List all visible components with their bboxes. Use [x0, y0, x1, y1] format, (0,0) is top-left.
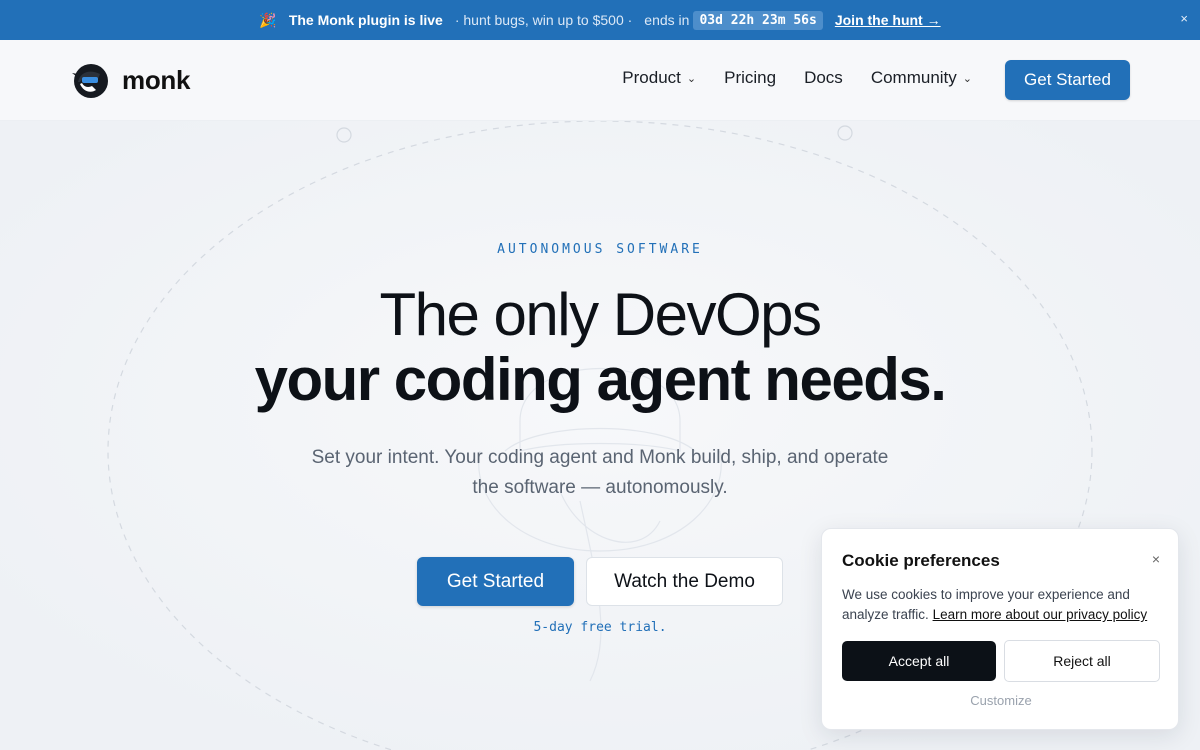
customize-link[interactable]: Customize	[822, 693, 1180, 708]
hero-subtitle: Set your intent. Your coding agent and M…	[311, 447, 889, 498]
announcement-detail: · hunt bugs, win up to $500 ·	[454, 12, 633, 28]
hero-eyebrow: AUTONOMOUS SOFTWARE	[497, 242, 703, 257]
header-get-started-button[interactable]: Get Started	[1005, 60, 1130, 100]
announcement-headline: The Monk plugin is live	[288, 12, 443, 28]
monk-logo-icon	[72, 64, 108, 98]
nav-pricing[interactable]: Pricing	[724, 68, 776, 88]
announcement-ends-label: ends in	[644, 12, 690, 28]
site-header: monk Product ⌄ Pricing Docs Community ⌄ …	[0, 40, 1200, 121]
cookie-preferences-dialog: Cookie preferences × We use cookies to i…	[821, 528, 1179, 730]
nav-product[interactable]: Product ⌄	[622, 68, 696, 88]
watch-demo-button[interactable]: Watch the Demo	[586, 557, 783, 606]
close-icon[interactable]: ×	[1152, 551, 1160, 567]
nav-community[interactable]: Community ⌄	[871, 68, 972, 88]
nav-docs-label: Docs	[804, 68, 843, 87]
nav-pricing-label: Pricing	[724, 68, 777, 87]
chevron-down-icon: ⌄	[686, 72, 697, 85]
accept-all-button[interactable]: Accept all	[842, 641, 996, 681]
brand-logo[interactable]: monk	[70, 60, 190, 100]
hero-title-line-2: your coding agent needs.	[254, 346, 947, 413]
privacy-policy-link[interactable]: Learn more about our privacy policy	[933, 607, 1148, 622]
nav-docs[interactable]: Docs	[804, 68, 843, 88]
cookie-body: We use cookies to improve your experienc…	[842, 585, 1162, 625]
announcement-bar: 🎉 The Monk plugin is live · hunt bugs, w…	[0, 0, 1200, 40]
reject-all-button[interactable]: Reject all	[1004, 640, 1160, 682]
countdown-timer: 03d 22h 23m 56s	[693, 10, 823, 30]
nav-community-label: Community	[870, 68, 957, 87]
cookie-title: Cookie preferences	[842, 551, 1000, 570]
main-nav: Product ⌄ Pricing Docs Community ⌄	[594, 68, 972, 88]
join-hunt-link[interactable]: Join the hunt →	[835, 12, 941, 28]
hero-get-started-button[interactable]: Get Started	[417, 557, 574, 606]
hero-title-line-1: The only DevOps	[379, 281, 822, 348]
nav-product-label: Product	[622, 68, 681, 87]
close-icon[interactable]: ×	[1180, 11, 1188, 26]
party-popper-icon: 🎉	[259, 11, 277, 28]
chevron-down-icon: ⌄	[962, 72, 972, 85]
brand-name: monk	[122, 64, 191, 95]
